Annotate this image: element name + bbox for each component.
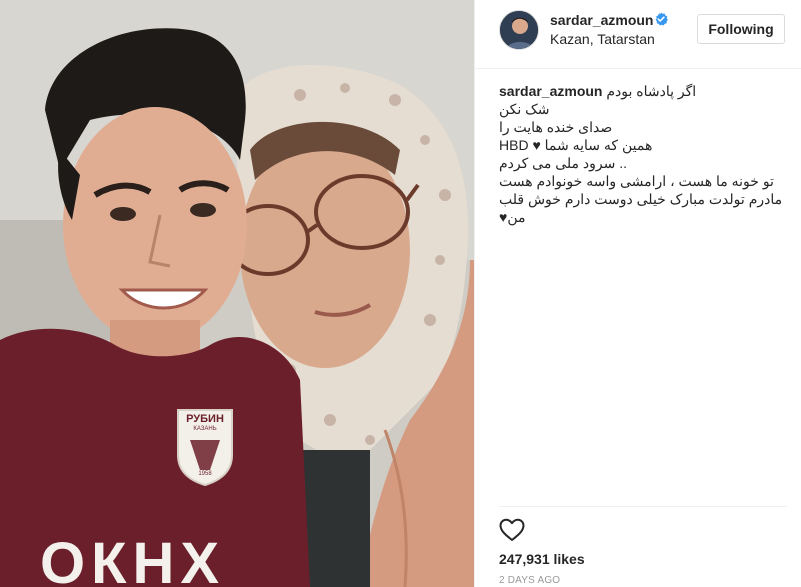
verified-badge-icon <box>655 12 668 26</box>
crest-name-text: РУБИН <box>186 413 224 425</box>
caption-lines: شک نکن صدای خنده هایت را همین که سایه شم… <box>499 100 795 226</box>
caption-text: اگر پادشاه بودم <box>606 83 697 99</box>
likes-count[interactable]: 247,931 likes <box>499 551 585 567</box>
caption-line: شک نکن <box>499 101 550 117</box>
caption-line: مادرم تولدت مبارک خیلی دوست دارم خوش قلب <box>499 191 783 207</box>
following-button[interactable]: Following <box>697 14 785 44</box>
post-photo[interactable]: РУБИН КАЗАНЬ 1958 ОКНХ <box>0 0 474 587</box>
avatar[interactable] <box>499 10 539 50</box>
heart-outline-icon[interactable] <box>499 518 525 542</box>
crest-city-text: КАЗАНЬ <box>193 426 217 432</box>
post-location[interactable]: Kazan, Tatarstan <box>550 31 655 47</box>
jersey-sponsor-text: ОКНХ <box>40 531 226 587</box>
post-side-panel: sardar_azmoun Kazan, Tatarstan Following… <box>474 0 801 587</box>
caption-line: همین که سایه شما ♥ HBD <box>499 137 653 153</box>
caption-username[interactable]: sardar_azmoun <box>499 83 602 99</box>
crest-year-text: 1958 <box>198 471 212 477</box>
caption-line: صدای خنده هایت را <box>499 119 613 135</box>
avatar-image <box>500 11 538 49</box>
post-timestamp[interactable]: 2 DAYS AGO <box>499 575 560 586</box>
caption-first-line: sardar_azmoun اگر پادشاه بودم <box>499 82 795 100</box>
post-header: sardar_azmoun Kazan, Tatarstan Following <box>475 0 801 69</box>
username[interactable]: sardar_azmoun <box>550 12 653 28</box>
caption-line: من♥ <box>499 209 526 225</box>
post-caption: sardar_azmoun اگر پادشاه بودم شک نکن صدا… <box>499 82 795 226</box>
instagram-post: РУБИН КАЗАНЬ 1958 ОКНХ sardar_azmoun Kaz… <box>0 0 801 587</box>
actions-divider <box>499 506 787 507</box>
caption-line: .. سرود ملی می کردم <box>499 155 628 171</box>
selfie-image <box>0 0 474 587</box>
caption-line: تو خونه ما هست ، ارامشی واسه خونوادم هست <box>499 173 774 189</box>
